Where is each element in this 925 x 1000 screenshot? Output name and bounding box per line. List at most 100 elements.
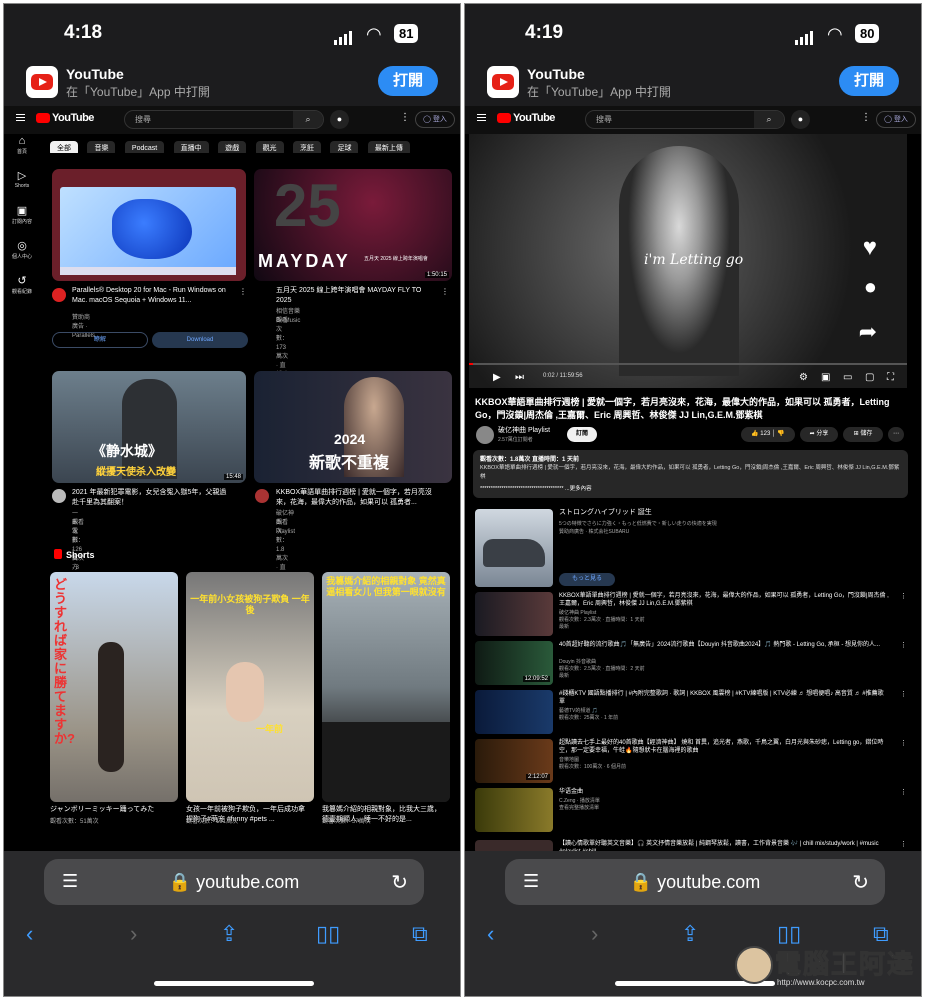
youtube-logo-icon[interactable]: [497, 113, 511, 123]
more-options-icon[interactable]: ⋮: [900, 840, 907, 848]
short-thumbnail-2[interactable]: 一年前小女孩被狗子欺負 一年後 一年前: [186, 572, 314, 802]
fullscreen-icon[interactable]: ⛶: [887, 372, 894, 383]
tabs-icon[interactable]: ⧉: [412, 921, 428, 947]
more-options-icon[interactable]: ⋮: [239, 287, 247, 296]
nav-shorts[interactable]: ▷ Shorts: [4, 169, 40, 204]
chip-travel[interactable]: 觀光: [255, 141, 284, 153]
video-player[interactable]: i'm Letting go ♥ ● ➦ ▶ ⏭ 0:02 / 11:59:56…: [469, 134, 907, 388]
learn-more-button[interactable]: 瞭解: [52, 332, 148, 348]
progress-bar[interactable]: [469, 363, 907, 365]
chip-gaming[interactable]: 遊戲: [218, 141, 247, 153]
video-thumbnail[interactable]: 2:12:07: [475, 739, 553, 783]
chip-all[interactable]: 全部: [50, 141, 78, 153]
video-thumbnail[interactable]: [475, 592, 553, 636]
nav-history[interactable]: ↺ 觀看紀錄: [4, 274, 40, 309]
more-options-icon[interactable]: ⋮: [400, 112, 410, 123]
youtube-logo-text[interactable]: YouTube: [52, 112, 94, 124]
more-options-icon[interactable]: ⋮: [900, 690, 907, 698]
video-thumbnail[interactable]: [475, 690, 553, 734]
chip-soccer[interactable]: 足球: [330, 141, 359, 153]
ad-title[interactable]: ストロングハイブリッド 誕生: [559, 509, 889, 517]
save-button[interactable]: ⊞ 儲存: [843, 427, 883, 442]
forward-icon[interactable]: ›: [130, 921, 137, 947]
microphone-icon[interactable]: ●: [791, 110, 810, 129]
search-icon[interactable]: ⌕: [754, 111, 784, 128]
menu-icon[interactable]: [477, 114, 486, 121]
youtube-logo-text[interactable]: YouTube: [513, 112, 555, 124]
list-title[interactable]: 华语金曲: [559, 788, 889, 796]
nav-you[interactable]: ◎ 個人中心: [4, 239, 40, 274]
video-thumbnail-parallels[interactable]: [52, 169, 246, 281]
like-heart-icon[interactable]: ♥: [863, 234, 877, 262]
sign-in-button[interactable]: ◯ 登入: [415, 111, 455, 128]
menu-icon[interactable]: [16, 114, 25, 121]
settings-gear-icon[interactable]: ⚙: [799, 372, 808, 383]
share-arrow-icon[interactable]: ➦: [859, 319, 877, 345]
like-button[interactable]: 👍 123 │ 👎: [741, 427, 795, 442]
list-title[interactable]: 40首超好聽的流行歌曲🎵「無廣告」2024流行歌曲【Douyin 抖音歌曲202…: [559, 641, 889, 649]
chip-music[interactable]: 音樂: [87, 141, 116, 153]
more-options-icon[interactable]: ⋮: [900, 592, 907, 600]
chip-cooking[interactable]: 烹飪: [293, 141, 322, 153]
video-title[interactable]: 五月天 2025 線上跨年演唱會 MAYDAY FLY TO 2025: [276, 286, 436, 306]
more-options-icon[interactable]: ⋮: [900, 788, 907, 796]
theater-icon[interactable]: ▭: [843, 372, 852, 383]
ad-cta-button[interactable]: もっと見る: [559, 573, 615, 586]
address-bar[interactable]: ☰ 🔒 youtube.com ↻: [505, 859, 885, 905]
search-input[interactable]: 搜尋 ⌕: [585, 110, 785, 129]
video-thumbnail[interactable]: 12:09:52: [475, 641, 553, 685]
play-icon[interactable]: ▶: [493, 372, 501, 383]
ad-thumbnail[interactable]: [475, 509, 553, 587]
channel-avatar[interactable]: [52, 288, 66, 302]
more-options-icon[interactable]: ⋮: [900, 739, 907, 747]
open-app-button[interactable]: 打開: [839, 66, 899, 96]
search-icon[interactable]: ⌕: [293, 111, 323, 128]
video-thumbnail-movie[interactable]: 《静水城》 縱擾天使杀入改變 15:48: [52, 371, 246, 483]
video-title[interactable]: KKBOX華語單曲排行週榜 | 愛就一個字，若月亮沒來，花海，最偉大的作品，如果…: [276, 488, 436, 508]
channel-avatar[interactable]: [476, 426, 494, 444]
chip-podcast[interactable]: Podcast: [124, 141, 165, 153]
download-button[interactable]: Download: [152, 332, 248, 348]
sign-in-button[interactable]: ◯ 登入: [876, 111, 916, 128]
share-icon[interactable]: ⇪: [681, 921, 699, 947]
short-thumbnail-1[interactable]: どうすれば家に 勝てますか?: [50, 572, 178, 802]
short-thumbnail-3[interactable]: 我篡媽介紹的相親對象 竟然真逼相看女儿 但我第一眼就沒有: [322, 572, 450, 802]
cast-icon[interactable]: ▢: [865, 372, 874, 383]
share-button[interactable]: ➦ 分享: [800, 427, 838, 442]
more-options-icon[interactable]: ⋮: [900, 641, 907, 649]
forward-icon[interactable]: ›: [591, 921, 598, 947]
video-thumbnail-kkbox[interactable]: 2024 新歌不重複: [254, 371, 452, 483]
chip-recent[interactable]: 最新上傳: [367, 141, 410, 153]
miniplayer-icon[interactable]: ▣: [821, 372, 830, 383]
playlist-thumbnail[interactable]: [475, 788, 553, 832]
microphone-icon[interactable]: ●: [330, 110, 349, 129]
youtube-logo-icon[interactable]: [36, 113, 50, 123]
subscribe-button[interactable]: 訂閱: [567, 427, 597, 442]
search-input[interactable]: 搜尋 ⌕: [124, 110, 324, 129]
channel-avatar[interactable]: [52, 489, 66, 503]
description-box[interactable]: 觀看次數：1.8萬次 直播時間：1 天前 KKBOX華語單曲排行週榜 | 愛就一…: [473, 450, 908, 498]
next-icon[interactable]: ⏭: [515, 372, 524, 383]
ad-item[interactable]: ストロングハイブリッド 誕生 5つの特徴でさらに力強く・もっと低燃費で・新しい走…: [475, 509, 907, 589]
more-options-icon[interactable]: ⋮: [861, 112, 871, 123]
nav-subscriptions[interactable]: ▣ 訂閱內容: [4, 204, 40, 239]
comment-icon[interactable]: ●: [864, 274, 877, 300]
channel-name[interactable]: 破亿神曲 Playlist: [498, 425, 550, 435]
nav-home[interactable]: ⌂ 首頁: [4, 134, 40, 169]
show-more-link[interactable]: *************************************** …: [480, 484, 592, 492]
address-bar[interactable]: ☰ 🔒 youtube.com ↻: [44, 859, 424, 905]
list-title[interactable]: #錢櫃KTV 國語點播排行 | #內附完整歌詞 · 歌詞 | KKBOX 風雲榜…: [559, 690, 889, 706]
channel-avatar[interactable]: [255, 489, 269, 503]
open-app-button[interactable]: 打開: [378, 66, 438, 96]
bookmarks-icon[interactable]: ▯▯: [316, 921, 340, 947]
back-icon[interactable]: ‹: [487, 921, 494, 947]
chip-live[interactable]: 直播中: [173, 141, 209, 153]
back-icon[interactable]: ‹: [26, 921, 33, 947]
share-icon[interactable]: ⇪: [220, 921, 238, 947]
video-thumbnail-mayday[interactable]: 25 MAYDAY 五月天 2025 線上跨年演唱會 1:50:15: [254, 169, 452, 281]
short-title[interactable]: ジャンボリーミッキー踊ってみた: [50, 804, 170, 814]
more-actions-button[interactable]: ⋯: [888, 427, 904, 442]
video-title[interactable]: 2021 年最新犯罪電影，女兒含冤入獄5年，父親過赴千里為其翻案！: [72, 488, 232, 508]
reload-icon[interactable]: ↻: [852, 870, 869, 895]
video-title[interactable]: Parallels® Desktop 20 for Mac - Run Wind…: [72, 286, 232, 306]
